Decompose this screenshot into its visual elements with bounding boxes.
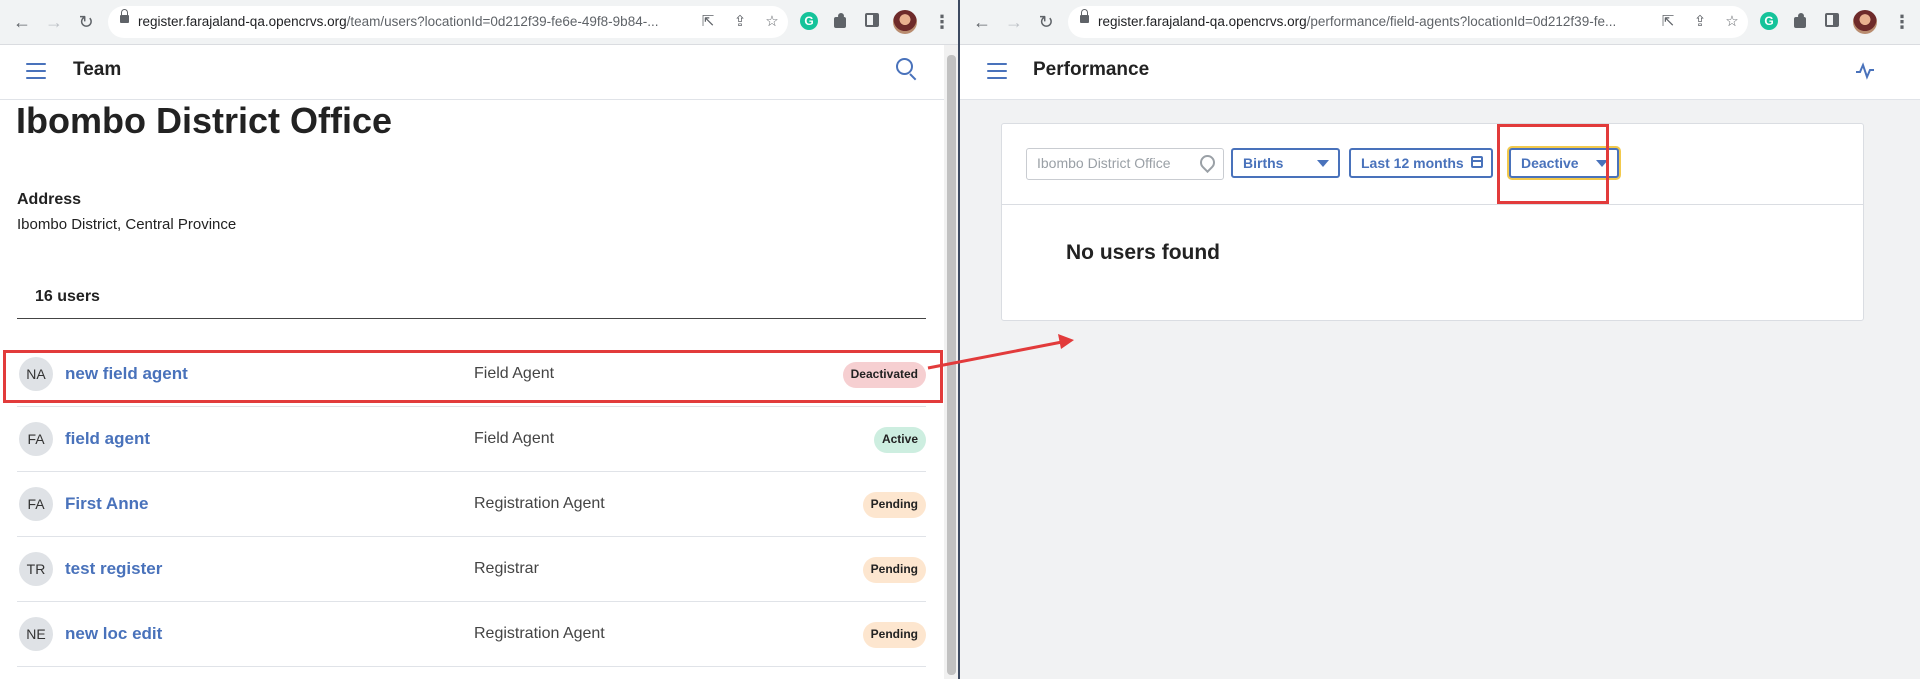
open-in-new-icon[interactable]: ⇱ bbox=[698, 12, 718, 32]
status-badge: Pending bbox=[862, 622, 926, 648]
empty-state-message: No users found bbox=[1066, 241, 1221, 264]
page-title: Performance bbox=[1033, 59, 1150, 80]
location-pin-icon bbox=[1196, 151, 1219, 174]
event-select-value: Births bbox=[1243, 155, 1284, 171]
user-role: Field Agent bbox=[474, 430, 555, 447]
location-picker[interactable]: Ibombo District Office bbox=[1026, 148, 1224, 180]
user-name-link[interactable]: First Anne bbox=[65, 494, 148, 514]
lock-icon bbox=[1080, 9, 1089, 23]
user-name-link[interactable]: field agent bbox=[65, 429, 150, 449]
period-value: Last 12 months bbox=[1361, 155, 1464, 171]
hamburger-menu-icon[interactable] bbox=[26, 63, 46, 79]
user-row[interactable]: FA First Anne Registration Agent Pending bbox=[17, 471, 926, 537]
forward-arrow-icon[interactable]: → bbox=[1004, 12, 1024, 32]
calendar-icon bbox=[1471, 156, 1483, 168]
user-role: Registrar bbox=[474, 560, 539, 577]
more-menu-icon[interactable]: ⋮ bbox=[1893, 10, 1911, 34]
user-avatar: NE bbox=[19, 617, 53, 651]
bookmark-star-icon[interactable]: ☆ bbox=[1722, 12, 1742, 32]
browser-toolbar: ← → ↻ register.farajaland-qa.opencrvs.or… bbox=[960, 0, 1920, 45]
hamburger-menu-icon[interactable] bbox=[987, 63, 1007, 79]
more-menu-icon[interactable]: ⋮ bbox=[933, 10, 951, 34]
user-row[interactable]: NE new loc edit Registration Agent Pendi… bbox=[17, 601, 926, 667]
user-avatar: TR bbox=[19, 552, 53, 586]
status-badge: Pending bbox=[862, 557, 926, 583]
side-panel-icon[interactable] bbox=[865, 13, 879, 27]
share-icon[interactable]: ⇪ bbox=[730, 12, 750, 32]
field-agents-card: Ibombo District Office Births Last 12 mo… bbox=[1001, 123, 1864, 321]
user-name-link[interactable]: new loc edit bbox=[65, 624, 162, 644]
app-header: Team bbox=[0, 45, 958, 100]
grammarly-extension-icon[interactable]: G bbox=[800, 12, 818, 30]
user-role: Registration Agent bbox=[474, 495, 605, 512]
extensions-puzzle-icon[interactable] bbox=[833, 13, 849, 29]
reload-icon[interactable]: ↻ bbox=[76, 12, 96, 32]
url-text: register.farajaland-qa.opencrvs.org/perf… bbox=[1098, 14, 1617, 29]
page-title: Team bbox=[73, 59, 122, 80]
scrollbar[interactable] bbox=[944, 45, 958, 679]
address-bar[interactable]: register.farajaland-qa.opencrvs.org/perf… bbox=[1068, 6, 1748, 38]
right-browser-window: ← → ↻ register.farajaland-qa.opencrvs.or… bbox=[960, 0, 1920, 679]
reload-icon[interactable]: ↻ bbox=[1036, 12, 1056, 32]
office-title: Ibombo District Office bbox=[16, 100, 393, 141]
share-icon[interactable]: ⇪ bbox=[1690, 12, 1710, 32]
back-arrow-icon[interactable]: ← bbox=[12, 12, 32, 32]
status-badge: Pending bbox=[862, 492, 926, 518]
bookmark-star-icon[interactable]: ☆ bbox=[762, 12, 782, 32]
chevron-down-icon bbox=[1317, 160, 1329, 167]
profile-avatar-icon[interactable] bbox=[893, 10, 917, 34]
url-text: register.farajaland-qa.opencrvs.org/team… bbox=[138, 14, 659, 29]
address-bar[interactable]: register.farajaland-qa.opencrvs.org/team… bbox=[108, 6, 788, 38]
performance-content: Ibombo District Office Births Last 12 mo… bbox=[960, 100, 1920, 679]
period-picker[interactable]: Last 12 months bbox=[1349, 148, 1493, 178]
user-avatar: FA bbox=[19, 487, 53, 521]
extensions-puzzle-icon[interactable] bbox=[1793, 13, 1809, 29]
user-row[interactable]: FA field agent Field Agent Active bbox=[17, 406, 926, 472]
address-value: Ibombo District, Central Province bbox=[17, 216, 237, 233]
open-in-new-icon[interactable]: ⇱ bbox=[1658, 12, 1678, 32]
event-select[interactable]: Births bbox=[1231, 148, 1340, 178]
activity-pulse-icon[interactable] bbox=[1855, 61, 1875, 81]
annotation-highlight-box bbox=[1497, 124, 1609, 204]
browser-toolbar: ← → ↻ register.farajaland-qa.opencrvs.or… bbox=[0, 0, 958, 45]
user-role: Registration Agent bbox=[474, 625, 605, 642]
left-browser-window: ← → ↻ register.farajaland-qa.opencrvs.or… bbox=[0, 0, 960, 679]
user-row[interactable]: TR test register Registrar Pending bbox=[17, 536, 926, 602]
search-icon[interactable] bbox=[896, 58, 914, 76]
forward-arrow-icon[interactable]: → bbox=[44, 12, 64, 32]
lock-icon bbox=[120, 9, 129, 23]
annotation-highlight-box bbox=[3, 350, 943, 403]
user-avatar: FA bbox=[19, 422, 53, 456]
address-label: Address bbox=[17, 191, 82, 208]
back-arrow-icon[interactable]: ← bbox=[972, 12, 992, 32]
grammarly-extension-icon[interactable]: G bbox=[1760, 12, 1778, 30]
user-name-link[interactable]: test register bbox=[65, 559, 162, 579]
scrollbar-thumb[interactable] bbox=[947, 55, 956, 675]
divider bbox=[17, 318, 926, 319]
app-header: Performance bbox=[960, 45, 1920, 100]
location-placeholder: Ibombo District Office bbox=[1037, 155, 1171, 171]
filter-bar: Ibombo District Office Births Last 12 mo… bbox=[1002, 124, 1863, 205]
users-count: 16 users bbox=[35, 288, 100, 305]
status-badge: Active bbox=[873, 427, 926, 453]
profile-avatar-icon[interactable] bbox=[1853, 10, 1877, 34]
side-panel-icon[interactable] bbox=[1825, 13, 1839, 27]
